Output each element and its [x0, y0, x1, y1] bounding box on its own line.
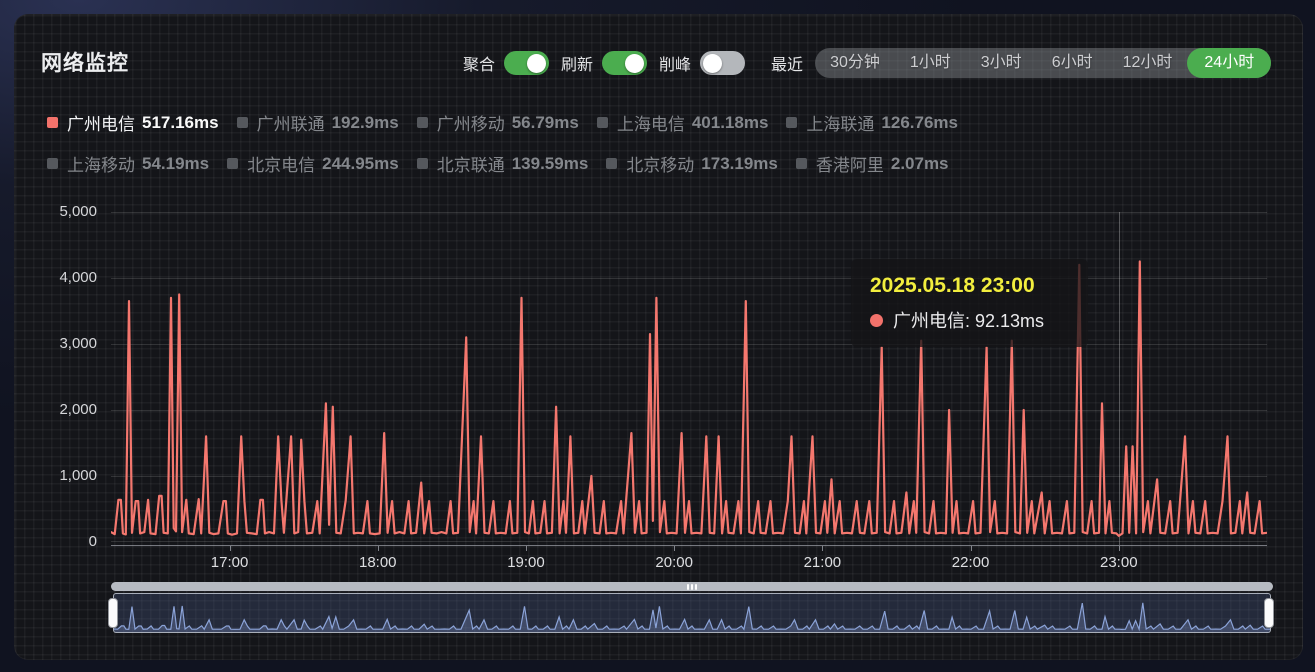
- x-axis-tick: [674, 546, 675, 551]
- x-axis-label: 20:00: [639, 554, 709, 571]
- toggle-group: 聚合 刷新 削峰: [463, 51, 745, 75]
- legend-marker-icon: [597, 117, 608, 128]
- legend-name: 广州移动: [437, 110, 505, 135]
- range-label: 最近: [771, 51, 803, 75]
- legend-marker-icon: [417, 117, 428, 128]
- y-axis-label: 3,000: [27, 335, 97, 352]
- legend-marker-icon: [606, 158, 617, 169]
- range-option[interactable]: 6小时: [1037, 48, 1108, 78]
- toggle-item: 刷新: [561, 51, 647, 75]
- time-range-selector: 30分钟1小时3小时6小时12小时24小时: [815, 48, 1271, 78]
- x-axis-label: 21:00: [787, 554, 857, 571]
- tooltip-title: 2025.05.18 23:00: [870, 274, 1088, 298]
- legend-value: 517.16ms: [142, 113, 219, 133]
- legend-item[interactable]: 北京电信 244.95ms: [227, 151, 399, 176]
- legend-item[interactable]: 上海联通 126.76ms: [786, 110, 958, 135]
- x-axis-tick: [230, 546, 231, 551]
- legend-value: 54.19ms: [142, 154, 209, 174]
- x-axis-tick: [378, 546, 379, 551]
- legend-marker-icon: [417, 158, 428, 169]
- zoom-scrollbar[interactable]: [111, 582, 1273, 591]
- legend-marker-icon: [227, 158, 238, 169]
- legend-value: 173.19ms: [701, 154, 778, 174]
- range-option[interactable]: 24小时: [1187, 48, 1271, 78]
- toggle-item: 削峰: [659, 51, 745, 75]
- legend-item[interactable]: 北京移动 173.19ms: [606, 151, 778, 176]
- range-option[interactable]: 1小时: [895, 48, 966, 78]
- legend-name: 北京电信: [247, 151, 315, 176]
- legend-marker-icon: [237, 117, 248, 128]
- series-line-svg[interactable]: [111, 212, 1267, 542]
- legend-row: 上海移动54.19ms北京电信244.95ms北京联通139.59ms北京移动1…: [47, 151, 949, 176]
- x-axis-label: 17:00: [195, 554, 265, 571]
- zoom-handle-left[interactable]: [108, 598, 118, 628]
- legend-row: 广州电信517.16ms广州联通192.9ms广州移动56.79ms上海电信40…: [47, 110, 958, 135]
- legend-item[interactable]: 广州移动 56.79ms: [417, 110, 579, 135]
- tooltip-row: 广州电信: 92.13ms: [870, 307, 1088, 333]
- network-monitor-panel: 网络监控 聚合刷新削峰 最近 30分钟1小时3小时6小时12小时24小时 广州电…: [14, 14, 1303, 660]
- toggle-label: 削峰: [659, 51, 691, 75]
- x-axis-tick: [1119, 546, 1120, 551]
- legend-name: 北京移动: [626, 151, 694, 176]
- zoom-handle-right[interactable]: [1264, 598, 1274, 628]
- range-option[interactable]: 30分钟: [815, 48, 895, 78]
- y-axis-label: 0: [27, 533, 97, 550]
- legend-item[interactable]: 香港阿里 2.07ms: [796, 151, 949, 176]
- legend-name: 上海联通: [806, 110, 874, 135]
- legend-item[interactable]: 广州联通 192.9ms: [237, 110, 399, 135]
- legend-value: 401.18ms: [692, 113, 769, 133]
- x-axis-tick: [526, 546, 527, 551]
- legend-value: 244.95ms: [322, 154, 399, 174]
- range-option[interactable]: 3小时: [966, 48, 1037, 78]
- controls-bar: 聚合 刷新 削峰 最近 30分钟1小时3小时6小时12小时24小时: [463, 48, 1271, 78]
- toggle-knob-icon: [527, 54, 546, 73]
- y-axis-label: 5,000: [27, 203, 97, 220]
- toggle-label: 聚合: [463, 51, 495, 75]
- scrollbar-grip-icon[interactable]: [687, 584, 697, 590]
- x-axis-label: 22:00: [936, 554, 1006, 571]
- toggle-item: 聚合: [463, 51, 549, 75]
- mini-chart-svg: [114, 594, 1270, 632]
- legend-item[interactable]: 北京联通 139.59ms: [417, 151, 589, 176]
- x-axis-line: [111, 545, 1267, 546]
- toggle-label: 刷新: [561, 51, 593, 75]
- legend-value: 2.07ms: [891, 154, 949, 174]
- y-axis-label: 4,000: [27, 269, 97, 286]
- range-option[interactable]: 12小时: [1108, 48, 1188, 78]
- y-axis-label: 2,000: [27, 401, 97, 418]
- legend-name: 北京联通: [437, 151, 505, 176]
- legend-value: 139.59ms: [512, 154, 589, 174]
- toggle-knob-icon: [625, 54, 644, 73]
- toggle-switch[interactable]: [700, 51, 745, 75]
- toggle-switch[interactable]: [504, 51, 549, 75]
- zoom-preview[interactable]: [113, 593, 1271, 633]
- legend-value: 56.79ms: [512, 113, 579, 133]
- legend-value: 126.76ms: [881, 113, 958, 133]
- legend-marker-icon: [796, 158, 807, 169]
- toggle-switch[interactable]: [602, 51, 647, 75]
- legend-item[interactable]: 上海电信 401.18ms: [597, 110, 769, 135]
- y-axis-label: 1,000: [27, 467, 97, 484]
- legend-name: 广州联通: [257, 110, 325, 135]
- x-axis-label: 19:00: [491, 554, 561, 571]
- x-axis-tick: [822, 546, 823, 551]
- legend-marker-icon: [786, 117, 797, 128]
- y-axis: 0 1,000 2,000 3,000 4,000 5,000: [27, 15, 97, 659]
- legend-name: 香港阿里: [816, 151, 884, 176]
- tooltip-text: 广州电信: 92.13ms: [893, 307, 1044, 333]
- legend-value: 192.9ms: [332, 113, 399, 133]
- toggle-knob-icon: [703, 54, 722, 73]
- x-axis-tick: [971, 546, 972, 551]
- chart-tooltip: 2025.05.18 23:00 广州电信: 92.13ms: [851, 259, 1088, 347]
- x-axis-label: 23:00: [1084, 554, 1154, 571]
- legend-name: 上海电信: [617, 110, 685, 135]
- series-marker-dot: [870, 314, 883, 327]
- x-axis-label: 18:00: [343, 554, 413, 571]
